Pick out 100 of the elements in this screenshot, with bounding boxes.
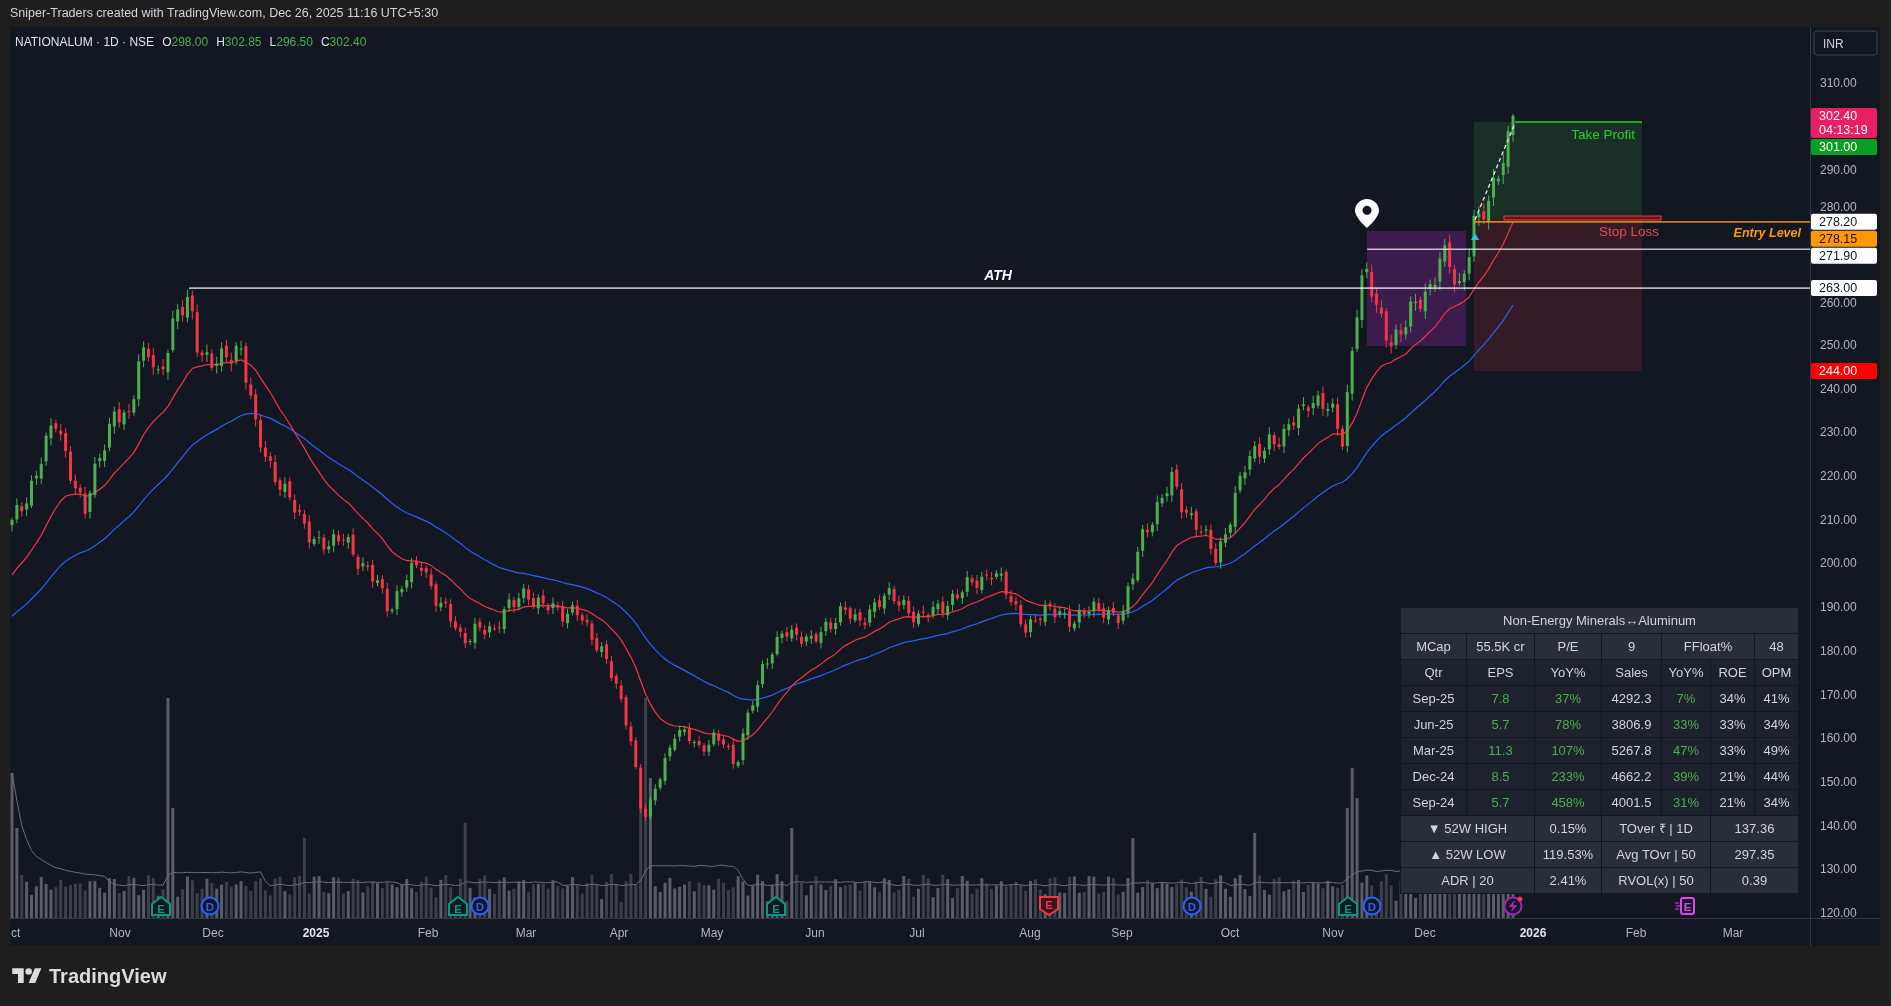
dividend-marker[interactable]: D [1182, 896, 1202, 916]
table-cell: 48 [1755, 634, 1798, 659]
price-axis-label: 210.00 [1820, 512, 1857, 527]
take-profit-label: Take Profit [1571, 126, 1635, 142]
table-cell: FFloat% [1662, 634, 1754, 659]
table-cell: 4662.2 [1602, 764, 1661, 789]
table-cell: 34% [1711, 686, 1754, 711]
table-cell: 41% [1755, 686, 1798, 711]
time-axis-label: Mar [515, 925, 537, 940]
price-axis-label: 250.00 [1820, 337, 1857, 352]
table-cell: 49% [1755, 738, 1798, 763]
table-cell: 233% [1535, 764, 1601, 789]
price-axis-label: 190.00 [1820, 600, 1857, 615]
column-header: ROE [1711, 660, 1754, 685]
table-cell: Sep-24 [1401, 790, 1466, 815]
ohlc-label: L [269, 34, 277, 50]
ohlc-value: 298.00 [171, 34, 209, 50]
price-tag: 244.00 [1811, 363, 1877, 380]
price-tag: 271.90 [1811, 247, 1877, 264]
price-axis-label: 120.00 [1820, 906, 1857, 920]
table-cell: 44% [1755, 764, 1798, 789]
table-cell: 33% [1662, 712, 1710, 737]
price-axis-label: 280.00 [1820, 199, 1857, 214]
location-pin-icon[interactable] [1355, 199, 1379, 228]
table-cell: Avg TOvr | 50 [1602, 842, 1710, 867]
table-cell: 3806.9 [1602, 712, 1661, 737]
symbol-title: NATIONALUM · 1D · NSE [15, 34, 155, 50]
table-cell: 21% [1711, 764, 1754, 789]
table-cell: 4001.5 [1602, 790, 1661, 815]
price-axis-label: 220.00 [1820, 469, 1857, 483]
time-axis-label: 2025 [302, 925, 330, 940]
time-axis-label: Apr [609, 925, 629, 940]
table-cell: 5267.8 [1602, 738, 1661, 763]
dividend-marker[interactable]: D [1362, 896, 1382, 916]
table-cell: 78% [1535, 712, 1601, 737]
time-axis-label: Dec [1414, 925, 1436, 940]
table-cell: 7% [1662, 686, 1710, 711]
time-axis-label: Feb [417, 925, 439, 940]
table-cell: ▲ 52W LOW [1401, 842, 1534, 867]
column-header: YoY% [1662, 660, 1710, 685]
dividend-marker[interactable]: D [200, 896, 220, 916]
table-cell: TOver ₹ | 1D [1602, 816, 1710, 841]
table-cell: 21% [1711, 790, 1754, 815]
triangle-icon [1471, 233, 1479, 240]
time-axis-label: ct [11, 925, 21, 940]
price-axis-label: 170.00 [1820, 687, 1857, 702]
time-axis-label: Aug [1019, 925, 1041, 940]
currency-button[interactable]: INR [1813, 30, 1878, 56]
time-axis-label: Nov [1322, 925, 1344, 940]
time-axis-label: Feb [1625, 925, 1647, 940]
time-axis-label: May [700, 925, 724, 940]
earnings-marker[interactable]: E [1338, 895, 1358, 916]
price-tag: 263.00 [1811, 280, 1877, 297]
price-axis-label: 310.00 [1820, 75, 1857, 90]
stop-loss-label: Stop Loss [1598, 223, 1659, 239]
time-axis-label: Jul [909, 925, 925, 940]
table-cell: Mar-25 [1401, 738, 1466, 763]
time-axis-label: Nov [109, 925, 131, 940]
table-cell: 9 [1602, 634, 1661, 659]
column-header: YoY% [1535, 660, 1601, 685]
table-cell: 5.7 [1467, 790, 1534, 815]
column-header: Qtr [1401, 660, 1466, 685]
table-cell: 107% [1535, 738, 1601, 763]
column-header: Sales [1602, 660, 1661, 685]
time-axis-label: Sep [1111, 925, 1133, 940]
price-axis-label: 200.00 [1820, 556, 1857, 571]
ohlc-label: O [162, 34, 172, 50]
price-axis-label: 290.00 [1820, 163, 1857, 178]
table-cell: RVOL(x) | 50 [1602, 868, 1710, 893]
table-cell: 4292.3 [1602, 686, 1661, 711]
entry-level-label: Entry Level [1733, 226, 1801, 240]
table-cell: 8.5 [1467, 764, 1534, 789]
column-header: EPS [1467, 660, 1534, 685]
brand-name: TradingView [49, 964, 167, 989]
dividend-marker[interactable]: D [470, 896, 490, 916]
table-cell: 0.39 [1711, 868, 1798, 893]
price-axis-label: 150.00 [1820, 774, 1857, 789]
ohlc-label: C [320, 34, 330, 50]
earnings-marker[interactable]: E [1039, 896, 1059, 917]
earnings-marker[interactable]: E [766, 895, 786, 916]
table-cell: ADR | 20 [1401, 868, 1534, 893]
table-cell: 11.3 [1467, 738, 1534, 763]
time-axis-label: 2026 [1519, 925, 1547, 940]
price-axis-label: 130.00 [1820, 862, 1857, 877]
price-tag: 278.15 [1811, 230, 1877, 247]
ohlc-value: 296.50 [276, 34, 313, 50]
lightning-icon[interactable] [1503, 896, 1523, 916]
table-cell: 2.41% [1535, 868, 1601, 893]
table-cell: 119.53% [1535, 842, 1601, 867]
table-cell: 34% [1755, 790, 1798, 815]
time-axis-label: Oct [1220, 925, 1240, 940]
table-cell: 37% [1535, 686, 1601, 711]
table-cell: 5.7 [1467, 712, 1534, 737]
table-cell: MCap [1401, 634, 1466, 659]
price-axis-label: 160.00 [1820, 731, 1857, 746]
table-title: Non-Energy Minerals↔Aluminum [1401, 608, 1798, 633]
table-cell: 0.15% [1535, 816, 1601, 841]
attribution-text: Sniper-Traders created with TradingView.com, Dec 26, 2025 11:16 UTC+5:30 [10, 5, 439, 23]
table-cell: 39% [1662, 764, 1710, 789]
table-cell: 47% [1662, 738, 1710, 763]
